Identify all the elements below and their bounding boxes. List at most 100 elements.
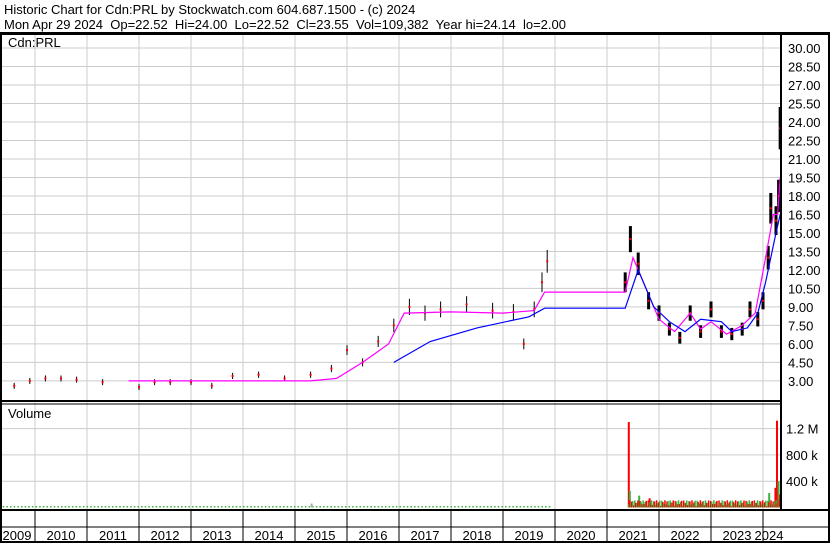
volume-bar: [243, 506, 245, 508]
close-dot: [541, 281, 543, 284]
volume-bar: [119, 506, 121, 508]
volume-bar: [46, 506, 48, 508]
volume-bar: [228, 506, 230, 508]
volume-bar: [39, 506, 41, 508]
close-dot: [767, 256, 770, 259]
volume-tick-label: 800 k: [786, 448, 818, 463]
volume-bar: [130, 506, 132, 508]
price-tick-label: 13.50: [788, 244, 821, 259]
volume-bar: [388, 506, 391, 508]
volume-bar: [195, 506, 198, 508]
volume-bar: [516, 506, 518, 508]
volume-bar: [337, 506, 340, 508]
volume-bar: [75, 506, 78, 508]
close-dot: [730, 333, 733, 336]
volume-bar: [454, 506, 456, 508]
year-label: 2015: [307, 528, 336, 543]
volume-bar: [534, 506, 536, 508]
volume-bar: [272, 506, 274, 508]
volume-bar: [344, 506, 347, 508]
close-dot: [101, 381, 104, 384]
volume-bar: [395, 506, 398, 508]
close-dot: [408, 305, 411, 308]
volume-bar: [61, 506, 63, 508]
volume-bar: [304, 506, 307, 508]
volume-bar: [192, 506, 194, 508]
year-label: 2013: [203, 528, 232, 543]
close-dot: [60, 377, 62, 380]
volume-bar: [13, 506, 16, 508]
volume-bar: [370, 506, 372, 508]
close-dot: [346, 349, 348, 352]
year-label: 2016: [359, 528, 388, 543]
volume-bar: [406, 506, 409, 508]
close-dot: [637, 262, 640, 265]
volume-bar: [293, 506, 296, 508]
close-dot: [710, 308, 712, 311]
volume-bar: [432, 506, 434, 508]
close-dot: [309, 373, 312, 376]
volume-bar: [20, 506, 23, 508]
volume-bar: [526, 506, 529, 508]
volume-bar: [439, 506, 442, 508]
volume-bar: [184, 506, 187, 508]
volume-bar: [301, 506, 303, 508]
volume-bar: [199, 506, 201, 508]
volume-bar: [57, 506, 59, 508]
volume-bar: [363, 506, 365, 508]
volume-bar: [235, 506, 238, 508]
volume-bar: [137, 506, 139, 508]
volume-bar: [283, 506, 285, 508]
price-tick-label: 21.00: [788, 152, 821, 167]
volume-bar: [537, 506, 540, 508]
close-dot: [13, 384, 16, 387]
volume-bar: [308, 506, 311, 508]
close-dot: [624, 281, 627, 284]
volume-bar: [414, 506, 416, 508]
price-tick-label: 30.00: [788, 41, 821, 56]
volume-bar: [457, 506, 460, 508]
volume-bar: [421, 506, 423, 508]
close-dot: [647, 299, 650, 302]
close-dot: [283, 377, 286, 380]
volume-bar: [479, 506, 482, 508]
volume-bar: [64, 506, 67, 508]
volume-bar: [53, 506, 56, 508]
volume-bar: [435, 506, 438, 508]
volume-bar: [239, 506, 241, 508]
price-tick-label: 10.50: [788, 281, 821, 296]
volume-bar: [42, 506, 45, 508]
volume-bar: [188, 506, 190, 508]
volume-bar: [319, 506, 321, 508]
volume-bar: [97, 506, 99, 508]
volume-bar: [403, 506, 405, 508]
volume-bar: [170, 506, 172, 508]
volume-bar: [330, 506, 332, 508]
volume-bar: [232, 506, 234, 508]
volume-bar: [275, 506, 278, 508]
price-tick-label: 25.50: [788, 96, 821, 111]
volume-bar: [155, 506, 158, 508]
volume-bar: [31, 506, 34, 508]
volume-bar: [366, 506, 369, 508]
year-label: 2020: [567, 528, 596, 543]
volume-bar: [71, 506, 74, 508]
close-dot: [392, 324, 395, 327]
chart-canvas: 30.00 28.50 27.00 25.50 24.00 22.50 21.00 19.50…: [0, 32, 830, 543]
volume-bar: [352, 506, 354, 508]
close-dot: [465, 303, 468, 306]
volume-tick-label: 1.2 M: [786, 422, 819, 437]
price-tick-label: 4.50: [788, 355, 813, 370]
volume-bar: [446, 506, 449, 508]
volume-bar: [341, 506, 343, 508]
close-dot: [491, 309, 494, 312]
volume-bar: [486, 506, 489, 508]
price-tick-label: 9.00: [788, 300, 813, 315]
price-tick-label: 22.50: [788, 133, 821, 148]
volume-bar: [90, 506, 92, 508]
close-dot: [377, 340, 380, 343]
volume-bar: [148, 506, 150, 508]
volume-bar: [6, 506, 8, 508]
volume-bar: [323, 506, 325, 508]
volume-bar: [326, 506, 329, 508]
